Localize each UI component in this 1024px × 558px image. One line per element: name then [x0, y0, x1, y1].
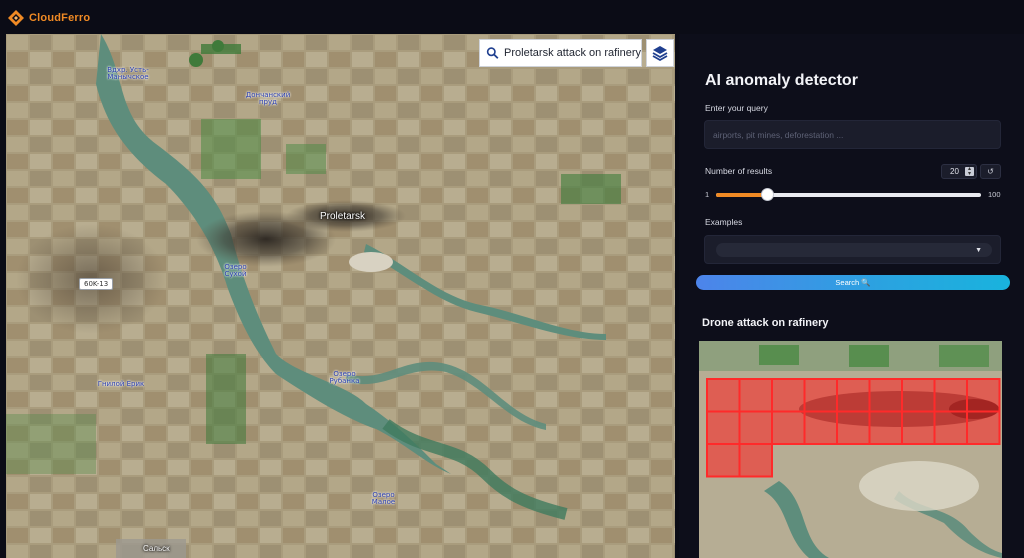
results-slider[interactable] [716, 188, 981, 201]
road-shield: 60K-13 [79, 278, 114, 290]
map-label-creek: Гнилой Ерик [97, 380, 145, 388]
anomaly-tile [868, 410, 903, 445]
anomaly-tile [933, 378, 968, 413]
examples-dropdown-field[interactable]: ▼ [716, 243, 992, 257]
layers-button[interactable] [646, 39, 674, 67]
anomaly-tile [803, 410, 838, 445]
anomaly-tile [966, 410, 1001, 445]
anomaly-tile [738, 443, 773, 478]
examples-label: Examples [705, 217, 743, 227]
anomaly-tile [706, 410, 741, 445]
logo-text: CloudFerro [29, 12, 91, 24]
result-image-content [699, 341, 1002, 558]
map-label-lake-3: Озеро Малое [371, 491, 396, 507]
reset-button[interactable]: ↺ [980, 164, 1001, 179]
map-search-text: Proletarsk attack on rafinery [504, 47, 641, 59]
anomaly-tile [771, 410, 806, 445]
anomaly-tile [706, 443, 741, 478]
anomaly-tile [901, 410, 936, 445]
slider-max-label: 100 [988, 190, 1001, 199]
num-results-value: 20 [950, 167, 959, 176]
stepper-icon[interactable]: ▴ ▾ [965, 166, 974, 177]
slider-fill [716, 193, 767, 197]
panel-title: AI anomaly detector [705, 72, 858, 89]
map-label-lake-1: Озеро Сухой [224, 263, 247, 279]
town-label-proletarsk: Proletarsk [320, 211, 366, 222]
query-label: Enter your query [705, 103, 768, 113]
map-label-reservoir: Вдхр. Усть-Манычское [107, 66, 149, 82]
anomaly-tile [901, 378, 936, 413]
chevron-down-icon: ▼ [975, 247, 982, 254]
num-results-input[interactable]: 20 ▴ ▾ [941, 164, 977, 179]
result-image[interactable] [699, 341, 1002, 558]
detector-panel: AI anomaly detector Enter your query Num… [679, 34, 1024, 558]
top-bar: CloudFerro [0, 0, 1024, 32]
slider-thumb[interactable] [760, 188, 774, 201]
layers-icon [652, 46, 668, 62]
result-title: Drone attack on rafinery [702, 317, 829, 329]
anomaly-tile [836, 410, 871, 445]
query-input[interactable] [704, 120, 1001, 149]
anomaly-tile [836, 378, 871, 413]
cloudferro-logo-icon [8, 10, 24, 26]
anomaly-tile [966, 378, 1001, 413]
search-button[interactable]: Search 🔍 [696, 275, 1010, 290]
anomaly-tile [933, 410, 968, 445]
anomaly-tile [803, 378, 838, 413]
satellite-map[interactable]: Proletarsk attack on rafinery Вдхр. Усть… [6, 34, 675, 558]
map-label-pond: Дончанский пруд [245, 91, 291, 107]
app-root: CloudFerro Proletarsk attack on rafinery… [0, 0, 1024, 558]
anomaly-tile [771, 378, 806, 413]
map-terrain [6, 34, 675, 558]
map-label-lake-2: Озеро Рубанка [329, 370, 360, 386]
logo[interactable]: CloudFerro [7, 9, 90, 27]
map-search-box[interactable]: Proletarsk attack on rafinery [479, 39, 642, 67]
examples-dropdown[interactable]: ▼ [704, 235, 1001, 264]
search-icon [486, 47, 499, 59]
anomaly-tile [706, 378, 741, 413]
town-label-salsk: Сальск [143, 544, 170, 553]
slider-min-label: 1 [705, 190, 710, 199]
anomaly-tile [738, 410, 773, 445]
anomaly-tile [868, 378, 903, 413]
anomaly-tile [738, 378, 773, 413]
num-results-label: Number of results [705, 166, 773, 176]
